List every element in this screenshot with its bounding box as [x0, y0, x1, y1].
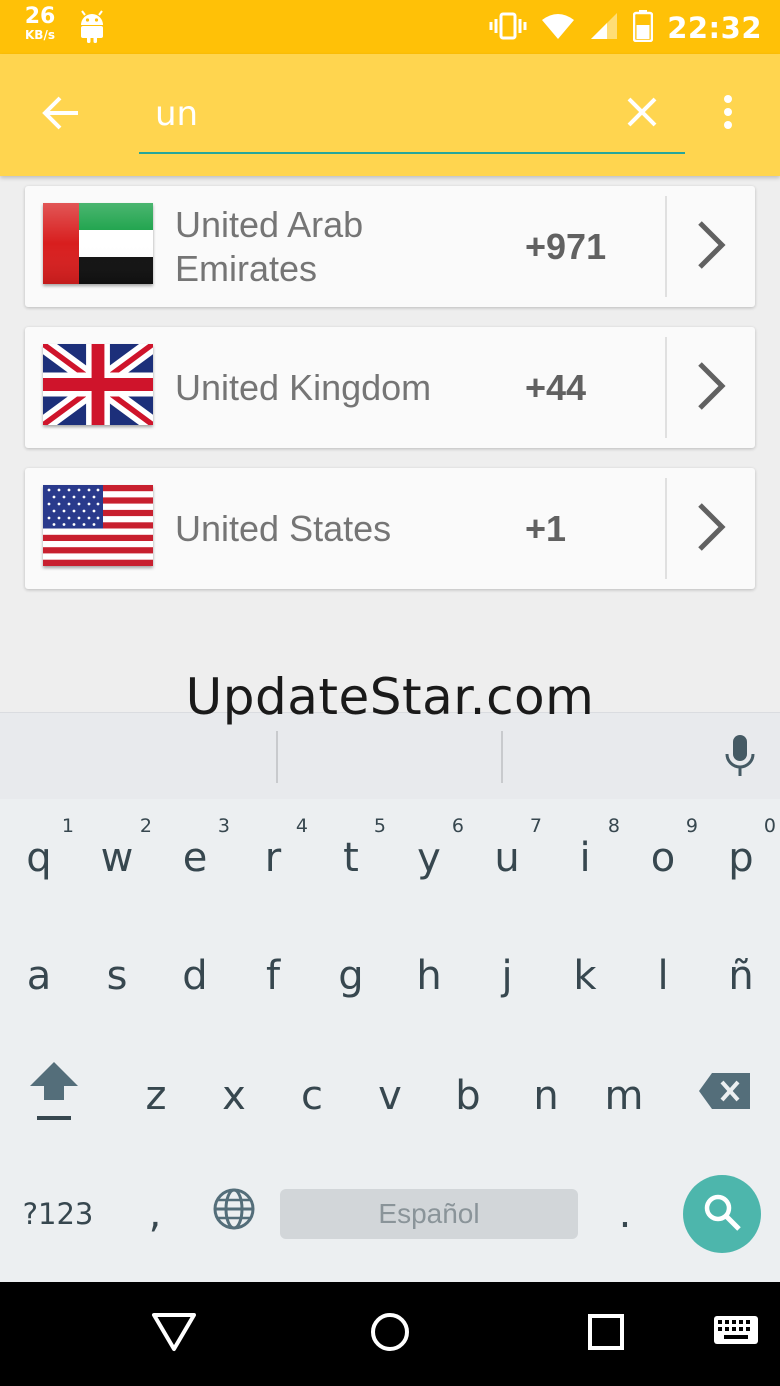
key-n[interactable]: n — [507, 1037, 585, 1155]
country-item-uae[interactable]: United Arab Emirates +971 — [25, 186, 755, 307]
key-v[interactable]: v — [351, 1037, 429, 1155]
key-s[interactable]: s — [78, 917, 156, 1035]
shift-key[interactable] — [14, 1037, 94, 1155]
vibrate-icon — [489, 12, 527, 44]
signal-icon — [589, 12, 619, 44]
key-n-tilde[interactable]: ñ — [702, 917, 780, 1035]
key-w[interactable]: w2 — [78, 799, 156, 917]
key-c[interactable]: c — [273, 1037, 351, 1155]
more-vert-icon — [723, 94, 733, 134]
chevron-right-icon — [696, 502, 726, 556]
keyboard-icon — [713, 1315, 759, 1353]
search-icon — [702, 1192, 742, 1236]
key-l[interactable]: l — [624, 917, 702, 1035]
key-z[interactable]: z — [117, 1037, 195, 1155]
key-h[interactable]: h — [390, 917, 468, 1035]
country-dial-code: +971 — [525, 225, 607, 267]
country-item-uk[interactable]: United Kingdom +44 — [25, 327, 755, 448]
key-m[interactable]: m — [585, 1037, 663, 1155]
key-g[interactable]: g — [312, 917, 390, 1035]
battery-icon — [632, 10, 654, 46]
key-j[interactable]: j — [468, 917, 546, 1035]
network-speed: 26 KB/s — [20, 4, 60, 42]
back-button[interactable] — [38, 92, 84, 138]
symbols-key[interactable]: ?123 — [10, 1155, 106, 1273]
circle-home-icon — [369, 1311, 411, 1357]
backspace-icon — [698, 1072, 752, 1120]
key-b[interactable]: b — [429, 1037, 507, 1155]
close-icon — [626, 96, 658, 132]
status-bar: 26 KB/s 22:32 — [0, 0, 780, 54]
nav-home-button[interactable] — [364, 1308, 416, 1360]
open-country-button[interactable] — [667, 468, 755, 589]
country-item-us[interactable]: United States +1 — [25, 468, 755, 589]
backspace-key[interactable] — [684, 1037, 766, 1155]
watermark-text: UpdateStar.com — [185, 668, 595, 726]
android-icon — [78, 10, 106, 48]
key-i[interactable]: i8 — [546, 799, 624, 917]
language-key[interactable] — [196, 1155, 272, 1273]
country-dial-code: +44 — [525, 366, 587, 408]
suggestion-divider — [276, 731, 278, 783]
key-t[interactable]: t5 — [312, 799, 390, 917]
nav-recents-button[interactable] — [580, 1308, 632, 1360]
country-name: United States — [175, 507, 392, 549]
open-country-button[interactable] — [667, 186, 755, 307]
comma-key[interactable]: , — [116, 1155, 194, 1273]
country-name: United Arab Emirates — [175, 203, 364, 289]
keyboard-search-button[interactable] — [683, 1175, 761, 1253]
wifi-icon — [541, 12, 575, 44]
open-country-button[interactable] — [667, 327, 755, 448]
country-name: United Kingdom — [175, 366, 432, 408]
chevron-right-icon — [696, 220, 726, 274]
period-key[interactable]: . — [586, 1155, 664, 1273]
square-recents-icon — [588, 1314, 624, 1354]
nav-back-button[interactable] — [148, 1308, 200, 1360]
triangle-back-icon — [151, 1312, 197, 1356]
key-q[interactable]: q1 — [0, 799, 78, 917]
country-dial-code: +1 — [525, 507, 567, 549]
arrow-back-icon — [42, 96, 80, 134]
key-e[interactable]: e3 — [156, 799, 234, 917]
key-f[interactable]: f — [234, 917, 312, 1035]
microphone-icon — [724, 734, 756, 782]
search-input[interactable] — [139, 84, 685, 154]
key-x[interactable]: x — [195, 1037, 273, 1155]
key-u[interactable]: u7 — [468, 799, 546, 917]
key-d[interactable]: d — [156, 917, 234, 1035]
keyboard-row-1: q1 w2 e3 r4 t5 y6 u7 i8 o9 p0 — [0, 799, 780, 917]
voice-input-button[interactable] — [720, 733, 760, 783]
chevron-right-icon — [696, 361, 726, 415]
country-list: United Arab Emirates +971 United Kingdom… — [25, 186, 755, 609]
uae-flag-icon — [43, 203, 153, 284]
keyboard-row-2: a s d f g h j k l ñ — [0, 917, 780, 1035]
overflow-menu-button[interactable] — [712, 94, 744, 134]
us-flag-icon — [43, 485, 153, 566]
keyboard-row-3: z x c v b n m — [0, 1037, 780, 1155]
search-toolbar — [0, 54, 780, 176]
clear-search-button[interactable] — [622, 94, 662, 134]
keyboard-switch-button[interactable] — [710, 1308, 762, 1360]
space-bar[interactable]: Español — [280, 1189, 578, 1239]
clock: 22:32 — [667, 11, 762, 45]
key-p[interactable]: p0 — [702, 799, 780, 917]
key-r[interactable]: r4 — [234, 799, 312, 917]
network-speed-unit: KB/s — [25, 28, 55, 42]
network-speed-value: 26 — [24, 4, 56, 29]
key-o[interactable]: o9 — [624, 799, 702, 917]
suggestion-divider — [501, 731, 503, 783]
key-y[interactable]: y6 — [390, 799, 468, 917]
key-a[interactable]: a — [0, 917, 78, 1035]
globe-icon — [212, 1187, 256, 1241]
shift-icon — [28, 1060, 80, 1132]
system-navigation-bar — [0, 1282, 780, 1386]
soft-keyboard: q1 w2 e3 r4 t5 y6 u7 i8 o9 p0 a s d f g … — [0, 799, 780, 1282]
key-k[interactable]: k — [546, 917, 624, 1035]
uk-flag-icon — [43, 344, 153, 425]
